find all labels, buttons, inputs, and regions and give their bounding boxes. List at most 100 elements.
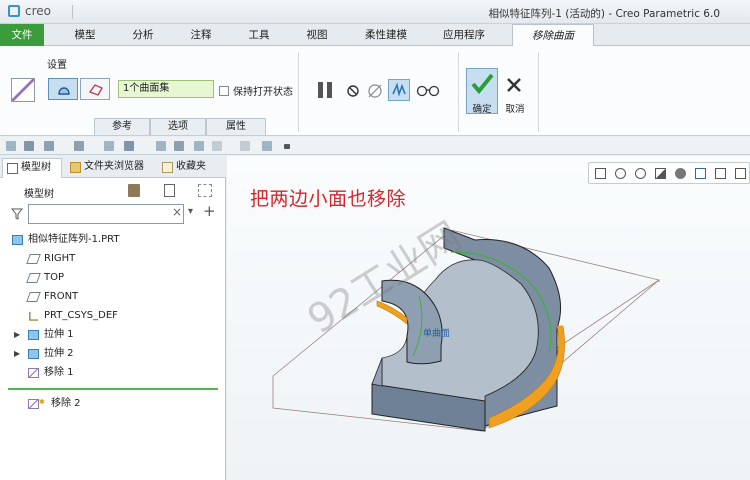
customize-dropdown-icon[interactable]	[284, 144, 290, 149]
menu-tab-view[interactable]: 视图	[292, 24, 342, 46]
expand-arrow-icon[interactable]: ▶	[14, 327, 20, 343]
regenerate-icon[interactable]	[104, 141, 114, 151]
measure-icon[interactable]	[174, 141, 184, 151]
extrude-icon	[28, 330, 39, 340]
save-icon[interactable]	[24, 141, 34, 151]
menu-tab-model[interactable]: 模型	[60, 24, 110, 46]
checkmark-icon	[471, 73, 494, 95]
tree-item-label: 拉伸 1	[44, 329, 74, 340]
tree-search-input[interactable]	[28, 204, 184, 224]
close-window-icon[interactable]	[156, 141, 166, 151]
part-icon	[12, 235, 23, 245]
remove-surface-icon[interactable]	[11, 78, 35, 102]
insert-indicator-line	[8, 388, 218, 390]
filter-icon[interactable]	[212, 141, 222, 151]
tree-item-label: TOP	[44, 272, 65, 283]
keep-open-label: 保持打开状态	[233, 87, 293, 98]
folder-icon[interactable]	[262, 141, 272, 151]
tree-item-label: PRT_CSYS_DEF	[44, 310, 118, 321]
ribbon-separator-3	[538, 52, 539, 132]
select-icon[interactable]	[194, 141, 204, 151]
creo-logo: creo	[8, 4, 51, 18]
datum-plane-icon	[26, 273, 41, 283]
no-preview-icon[interactable]	[346, 84, 360, 98]
navigator-panel: 模型树 文件夹浏览器 收藏夹 模型树 × ▾ + 相似特征阵列-1.PRT RI…	[0, 156, 226, 480]
show-list-icon[interactable]	[164, 184, 175, 197]
add-filter-icon[interactable]: +	[203, 202, 216, 220]
subtab-properties[interactable]: 属性	[206, 118, 266, 135]
expand-arrow-icon[interactable]: ▶	[14, 346, 20, 362]
menu-tab-remove-surface[interactable]: 移除曲面	[512, 24, 594, 47]
tree-item-label: FRONT	[44, 291, 79, 302]
menu-bar: 文件 模型 分析 注释 工具 视图 柔性建模 应用程序 移除曲面	[0, 24, 750, 47]
menu-tab-applications[interactable]: 应用程序	[434, 24, 494, 46]
remove-mode-solid-toggle[interactable]	[48, 78, 78, 100]
menu-tab-flexible-modeling[interactable]: 柔性建模	[356, 24, 416, 46]
subtab-references[interactable]: 参考	[94, 118, 150, 135]
remove-feature-icon	[28, 399, 39, 409]
tab-model-tree-label: 模型树	[21, 162, 51, 173]
preview-attached-icon[interactable]	[366, 82, 384, 100]
undo-icon[interactable]	[44, 141, 54, 151]
clear-search-icon[interactable]: ×	[172, 205, 182, 219]
folder-browser-icon	[70, 162, 81, 173]
tab-folder-browser[interactable]: 文件夹浏览器	[66, 158, 154, 178]
funnel-filter-icon	[11, 208, 23, 220]
csys-icon	[29, 311, 39, 321]
verify-icon	[392, 82, 406, 97]
tree-item-label: RIGHT	[44, 253, 76, 264]
remove-mode-surface-toggle[interactable]	[80, 78, 110, 100]
extrude-icon	[28, 349, 39, 359]
window-title: 相似特征阵列-1 (活动的) - Creo Parametric 6.0	[488, 8, 721, 20]
solid-mode-icon	[58, 87, 70, 95]
datum-plane-icon	[26, 292, 41, 302]
tab-favorites[interactable]: 收藏夹	[158, 158, 224, 178]
navigator-tabs: 模型树 文件夹浏览器 收藏夹	[0, 156, 226, 178]
subtab-options[interactable]: 选项	[150, 118, 206, 135]
settings-hammer-icon[interactable]	[128, 184, 140, 197]
tree-columns-icon[interactable]	[198, 184, 212, 197]
annotation-text: 把两边小面也移除	[250, 188, 407, 210]
ribbon-separator	[298, 52, 299, 132]
model-tree-icon	[7, 163, 18, 174]
datum-plane-icon	[26, 254, 41, 264]
surface-tag: 单曲面	[423, 329, 451, 339]
keep-open-checkbox[interactable]	[219, 85, 229, 96]
cancel-x-icon[interactable]	[505, 76, 523, 94]
glasses-icon[interactable]	[416, 83, 440, 97]
tab-model-tree[interactable]: 模型树	[2, 158, 62, 178]
windows-icon[interactable]	[124, 141, 134, 151]
settings-label: 设置	[47, 60, 67, 71]
ribbon: 设置 1个曲面集 保持打开状态 参考 选项 属性 确定 取消	[0, 46, 750, 136]
menu-tab-tools[interactable]: 工具	[234, 24, 284, 46]
verify-mode-toggle[interactable]	[388, 79, 410, 101]
ribbon-separator-2	[458, 52, 459, 132]
favorites-icon	[162, 162, 173, 173]
pause-icon[interactable]	[316, 80, 336, 100]
search-dropdown-icon[interactable]: ▾	[188, 206, 193, 217]
tab-folder-browser-label: 文件夹浏览器	[84, 161, 144, 172]
title-separator	[72, 5, 73, 19]
tab-favorites-label: 收藏夹	[176, 161, 206, 172]
cancel-button[interactable]: 取消	[503, 101, 527, 115]
menu-tab-file[interactable]: 文件	[0, 24, 44, 46]
remove-feature-icon	[28, 368, 39, 378]
redo-icon[interactable]	[74, 141, 84, 151]
title-bar: creo 相似特征阵列-1 (活动的) - Creo Parametric 6.…	[0, 0, 750, 24]
tree-item-label: 拉伸 2	[44, 348, 74, 359]
keep-open-option[interactable]: 保持打开状态	[219, 83, 293, 98]
quick-toolbar	[0, 137, 750, 155]
tree-item-label: 移除 1	[44, 367, 74, 378]
ok-label: 确定	[472, 104, 492, 115]
creo-logo-text: creo	[25, 4, 51, 18]
menu-tab-analysis[interactable]: 分析	[118, 24, 168, 46]
new-feature-marker-icon: ✱	[39, 398, 45, 406]
graphics-window[interactable]: 把两边小面也移除 单曲面 92工业网	[227, 156, 750, 480]
surface-mode-icon	[88, 84, 103, 96]
tree-item-label: 相似特征阵列-1.PRT	[28, 234, 120, 245]
new-icon[interactable]	[6, 141, 16, 151]
appearance-icon[interactable]	[240, 141, 250, 151]
tree-item-label: 移除 2	[51, 398, 81, 409]
surface-set-collector[interactable]: 1个曲面集	[118, 80, 214, 98]
menu-tab-annotate[interactable]: 注释	[176, 24, 226, 46]
